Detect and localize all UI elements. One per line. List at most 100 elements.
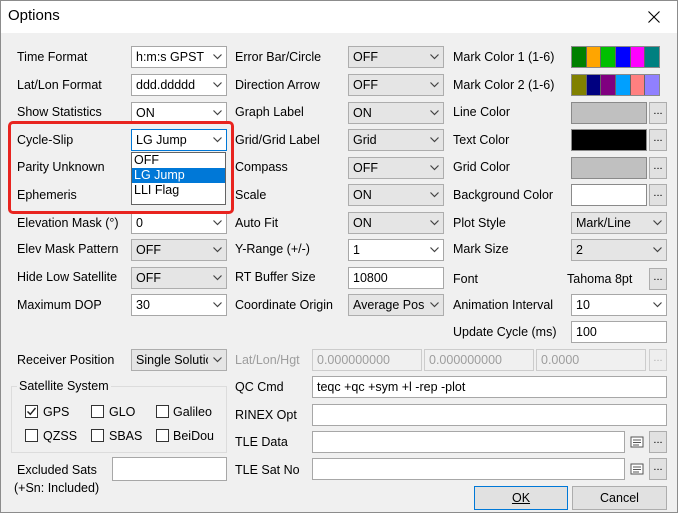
- chevron-down-icon: [425, 213, 443, 233]
- mark-color-2-swatch-3[interactable]: [601, 75, 617, 95]
- font-browse-button[interactable]: ...: [649, 268, 667, 290]
- chevron-down-icon: [208, 103, 226, 123]
- update-cycle-input[interactable]: 100: [571, 321, 667, 343]
- compass-select[interactable]: OFF: [348, 157, 444, 179]
- mark-color-2-label: Mark Color 2 (1-6): [453, 78, 555, 92]
- longitude-input[interactable]: 0.000000000: [424, 349, 534, 371]
- mark-color-1-palette[interactable]: [571, 46, 660, 68]
- qzss-checkbox[interactable]: [25, 429, 38, 442]
- close-button[interactable]: [631, 1, 677, 32]
- dropdown-option-off[interactable]: OFF: [132, 153, 225, 168]
- tle-sat-view-button[interactable]: [628, 460, 646, 478]
- mark-color-1-swatch-3[interactable]: [601, 47, 617, 67]
- mark-color-2-swatch-5[interactable]: [630, 75, 646, 95]
- chevron-down-icon: [208, 75, 226, 95]
- update-cycle-label: Update Cycle (ms): [453, 325, 557, 339]
- grid-color-swatch[interactable]: [571, 157, 647, 179]
- beidou-checkbox[interactable]: [156, 429, 169, 442]
- glo-checkbox[interactable]: [91, 405, 104, 418]
- hide-low-satellite-select[interactable]: OFF: [131, 267, 227, 289]
- auto-fit-select[interactable]: ON: [348, 212, 444, 234]
- mark-color-2-swatch-2[interactable]: [586, 75, 602, 95]
- tle-sat-no-input[interactable]: [312, 458, 625, 480]
- elevation-mask-label: Elevation Mask (°): [17, 216, 119, 230]
- excluded-sats-input[interactable]: [112, 457, 227, 481]
- text-color-swatch[interactable]: [571, 129, 647, 151]
- background-color-swatch[interactable]: [571, 184, 647, 206]
- mark-color-1-swatch-1[interactable]: [572, 47, 587, 67]
- mark-color-2-swatch-1[interactable]: [572, 75, 587, 95]
- chevron-down-icon: [425, 75, 443, 95]
- receiver-position-select[interactable]: Single Solution: [131, 349, 227, 371]
- rt-buffer-label: RT Buffer Size: [235, 270, 316, 284]
- chevron-down-icon: [425, 103, 443, 123]
- grid-label-label: Grid/Grid Label: [235, 133, 320, 147]
- excluded-sats-label: Excluded Sats: [17, 463, 97, 477]
- plot-style-label: Plot Style: [453, 216, 506, 230]
- chevron-down-icon: [425, 47, 443, 67]
- tle-data-browse-button[interactable]: ...: [649, 431, 667, 453]
- maximum-dop-select[interactable]: 30: [131, 294, 227, 316]
- cycle-slip-select[interactable]: LG Jump: [131, 129, 227, 151]
- elev-mask-pattern-select[interactable]: OFF: [131, 239, 227, 261]
- grid-color-browse-button[interactable]: ...: [649, 157, 667, 179]
- show-statistics-label: Show Statistics: [17, 105, 102, 119]
- mark-size-select[interactable]: 2: [571, 239, 667, 261]
- plot-style-select[interactable]: Mark/Line: [571, 212, 667, 234]
- dropdown-option-lli-flag[interactable]: LLI Flag: [132, 183, 225, 198]
- cancel-button[interactable]: Cancel: [572, 486, 667, 510]
- satellite-system-title: Satellite System: [17, 379, 111, 393]
- sbas-checkbox[interactable]: [91, 429, 104, 442]
- parity-unknown-label: Parity Unknown: [17, 160, 105, 174]
- tle-data-view-button[interactable]: [628, 433, 646, 451]
- document-lines-icon: [630, 463, 644, 475]
- graph-label-select[interactable]: ON: [348, 102, 444, 124]
- sbas-label: SBAS: [109, 429, 143, 443]
- mark-color-1-swatch-4[interactable]: [616, 47, 631, 67]
- dropdown-option-lg-jump[interactable]: LG Jump: [132, 168, 225, 183]
- mark-color-2-palette[interactable]: [571, 74, 660, 96]
- background-color-browse-button[interactable]: ...: [649, 184, 667, 206]
- scale-select[interactable]: ON: [348, 184, 444, 206]
- latlon-format-select[interactable]: ddd.ddddd: [131, 74, 227, 96]
- rt-buffer-input[interactable]: 10800: [348, 267, 444, 289]
- ok-button[interactable]: OK: [474, 486, 568, 510]
- chevron-down-icon: [208, 213, 226, 233]
- show-statistics-select[interactable]: ON: [131, 102, 227, 124]
- checkmark-icon: [27, 407, 37, 416]
- gps-checkbox[interactable]: [25, 405, 38, 418]
- mark-color-1-swatch-6[interactable]: [645, 47, 660, 67]
- rinex-opt-input[interactable]: [312, 404, 667, 426]
- glo-label: GLO: [109, 405, 136, 419]
- mark-color-2-swatch-4[interactable]: [616, 75, 631, 95]
- text-color-browse-button[interactable]: ...: [649, 129, 667, 151]
- qc-cmd-input[interactable]: teqc +qc +sym +l -rep -plot: [312, 376, 667, 398]
- latitude-input[interactable]: 0.000000000: [312, 349, 422, 371]
- document-lines-icon: [630, 436, 644, 448]
- direction-arrow-select[interactable]: OFF: [348, 74, 444, 96]
- compass-label: Compass: [235, 160, 288, 174]
- grid-label-select[interactable]: Grid: [348, 129, 444, 151]
- receiver-position-browse-button[interactable]: ...: [649, 349, 667, 371]
- galileo-checkbox[interactable]: [156, 405, 169, 418]
- mark-color-1-swatch-2[interactable]: [586, 47, 602, 67]
- chevron-down-icon: [208, 295, 226, 315]
- mark-color-2-swatch-6[interactable]: [645, 75, 660, 95]
- tle-data-input[interactable]: [312, 431, 625, 453]
- latlonhgt-label: Lat/Lon/Hgt: [235, 353, 300, 367]
- animation-interval-select[interactable]: 10: [571, 294, 667, 316]
- y-range-select[interactable]: 1: [348, 239, 444, 261]
- elevation-mask-select[interactable]: 0: [131, 212, 227, 234]
- mark-color-1-label: Mark Color 1 (1-6): [453, 50, 555, 64]
- chevron-down-icon: [425, 295, 443, 315]
- coordinate-origin-select[interactable]: Average Pos: [348, 294, 444, 316]
- line-color-swatch[interactable]: [571, 102, 647, 124]
- height-input[interactable]: 0.0000: [536, 349, 646, 371]
- time-format-select[interactable]: h:m:s GPST: [131, 46, 227, 68]
- tle-sat-browse-button[interactable]: ...: [649, 458, 667, 480]
- graph-label-label: Graph Label: [235, 105, 304, 119]
- error-bar-select[interactable]: OFF: [348, 46, 444, 68]
- ephemeris-label: Ephemeris: [17, 188, 77, 202]
- line-color-browse-button[interactable]: ...: [649, 102, 667, 124]
- mark-color-1-swatch-5[interactable]: [630, 47, 646, 67]
